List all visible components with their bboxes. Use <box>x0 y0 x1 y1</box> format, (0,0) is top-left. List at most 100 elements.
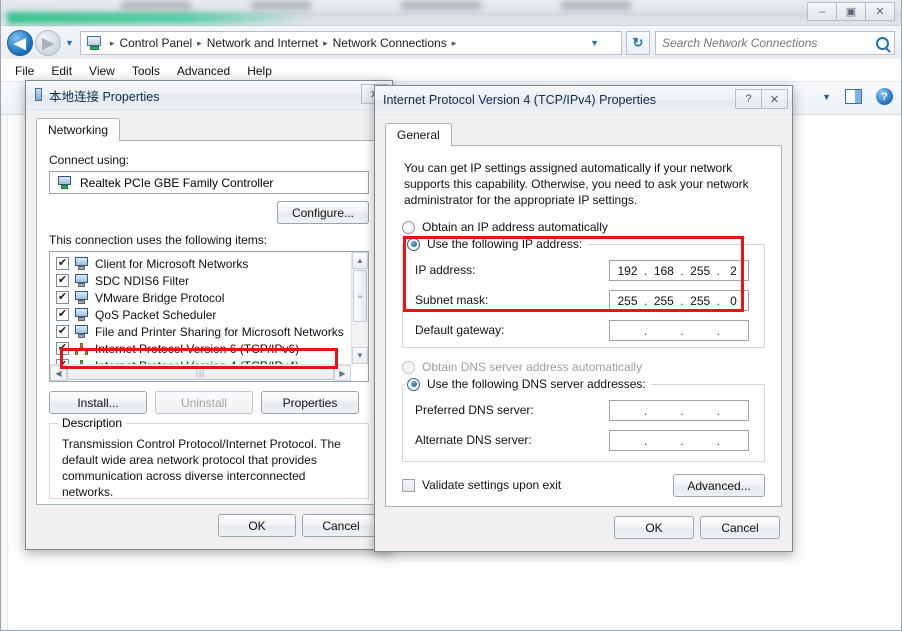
items-label: This connection uses the following items… <box>49 233 268 247</box>
alternate-dns-input[interactable]: . . . <box>609 430 749 451</box>
maximize-button[interactable]: ▣ <box>836 2 866 21</box>
network-items-list[interactable]: Client for Microsoft Networks SDC NDIS6 … <box>49 251 369 382</box>
radio-indicator <box>402 360 415 374</box>
forward-button[interactable]: ▶ <box>35 30 61 56</box>
refresh-button[interactable]: ↻ <box>626 31 650 55</box>
configure-button-label[interactable]: Configure... <box>277 201 369 224</box>
ipv4-dialog-body: General You can get IP settings assigned… <box>375 115 792 551</box>
breadcrumb-separator-2: ▸ <box>323 37 328 48</box>
static-dns-groupbox: Use the following DNS server addresses: … <box>402 377 765 462</box>
preview-pane-icon[interactable] <box>845 89 862 104</box>
item-checkbox[interactable] <box>56 308 69 321</box>
radio-indicator[interactable] <box>402 220 415 234</box>
address-bar: ◀ ▶ ▼ ▸ Control Panel ▸ Network and Inte… <box>1 27 901 59</box>
validate-settings-label: Validate settings upon exit <box>422 478 562 492</box>
list-item[interactable]: SDC NDIS6 Filter <box>50 272 351 289</box>
help-icon[interactable]: ? <box>876 88 893 105</box>
chevron-down-icon[interactable]: ▼ <box>822 92 831 102</box>
list-item[interactable]: File and Printer Sharing for Microsoft N… <box>50 323 351 340</box>
list-item[interactable]: QoS Packet Scheduler <box>50 306 351 323</box>
explorer-title-bar: – ▣ ✕ <box>1 0 901 26</box>
menu-item-tools[interactable]: Tools <box>132 64 160 78</box>
ip-octet-2[interactable]: 168 <box>647 264 680 278</box>
ip-address-input[interactable]: 192 . 168 . 255 . 2 <box>609 260 749 281</box>
breadcrumb-item-control-panel[interactable]: Control Panel <box>117 36 194 50</box>
network-service-icon <box>74 273 90 288</box>
minimize-button[interactable]: – <box>807 2 837 21</box>
hscroll-thumb[interactable]: ||| <box>67 366 334 380</box>
item-checkbox[interactable] <box>56 342 69 355</box>
item-label: File and Printer Sharing for Microsoft N… <box>95 324 344 339</box>
menu-item-view[interactable]: View <box>89 64 115 78</box>
breadcrumb-item-network-connections[interactable]: Network Connections <box>331 36 449 50</box>
mask-octet-2[interactable]: 255 <box>647 294 680 308</box>
redacted-chrome-b <box>251 1 311 10</box>
search-input[interactable] <box>660 35 890 51</box>
close-button[interactable]: ✕ <box>865 2 895 21</box>
radio-indicator[interactable] <box>407 377 420 391</box>
ip-octet-3[interactable]: 255 <box>684 264 717 278</box>
lan-ok-button[interactable]: OK <box>218 514 296 537</box>
mask-octet-1[interactable]: 255 <box>611 294 644 308</box>
adapter-name: Realtek PCIe GBE Family Controller <box>80 175 274 190</box>
item-checkbox[interactable] <box>56 257 69 270</box>
list-vertical-scrollbar[interactable]: ▲ ≡ ▼ <box>351 252 368 364</box>
ipv4-cancel-button[interactable]: Cancel <box>700 516 780 539</box>
scroll-down-button[interactable]: ▼ <box>352 347 368 364</box>
ip-octet-1[interactable]: 192 <box>611 264 644 278</box>
menu-item-help[interactable]: Help <box>247 64 272 78</box>
mask-octet-4[interactable]: 0 <box>720 294 747 308</box>
scroll-up-button[interactable]: ▲ <box>352 252 368 269</box>
menu-item-file[interactable]: File <box>15 64 34 78</box>
subnet-mask-input[interactable]: 255 . 255 . 255 . 0 <box>609 290 749 311</box>
tab-general[interactable]: General <box>385 123 452 146</box>
breadcrumb-item-network-and-internet[interactable]: Network and Internet <box>205 36 320 50</box>
default-gateway-input[interactable]: . . . <box>609 320 749 341</box>
ipv4-close-button[interactable]: ✕ <box>761 89 788 109</box>
item-checkbox[interactable] <box>56 325 69 338</box>
item-label: Client for Microsoft Networks <box>95 256 249 271</box>
breadcrumb-separator-3: ▸ <box>451 37 457 48</box>
preferred-dns-input[interactable]: . . . <box>609 400 749 421</box>
list-item[interactable]: VMware Bridge Protocol <box>50 289 351 306</box>
tab-networking[interactable]: Networking <box>36 118 121 141</box>
validate-settings-checkbox[interactable]: Validate settings upon exit <box>402 478 561 492</box>
advanced-button[interactable]: Advanced... <box>673 474 765 497</box>
ipv4-help-button[interactable]: ? <box>735 89 762 109</box>
search-icon <box>876 36 889 50</box>
obtain-ip-automatically-radio[interactable]: Obtain an IP address automatically <box>402 220 608 234</box>
menu-item-advanced[interactable]: Advanced <box>177 64 230 78</box>
lan-dialog-body: Networking Connect using: Realtek PCIe G… <box>26 110 392 549</box>
list-item[interactable]: Internet Protocol Version 6 (TCP/IPv6) <box>50 340 351 357</box>
breadcrumb-dropdown-icon[interactable]: ▼ <box>590 38 599 48</box>
properties-button[interactable]: Properties <box>261 391 359 414</box>
network-service-icon <box>74 307 90 322</box>
list-horizontal-scrollbar[interactable]: ◀ ||| ▶ <box>50 364 351 381</box>
radio-indicator[interactable] <box>407 237 420 251</box>
ipv4-tab-strip: General <box>385 123 782 146</box>
scroll-right-button[interactable]: ▶ <box>334 365 351 381</box>
back-button[interactable]: ◀ <box>7 30 33 56</box>
menu-item-edit[interactable]: Edit <box>51 64 72 78</box>
lan-cancel-button[interactable]: Cancel <box>302 514 380 537</box>
item-checkbox[interactable] <box>56 274 69 287</box>
ipv4-ok-button[interactable]: OK <box>614 516 694 539</box>
install-button[interactable]: Install... <box>49 391 147 414</box>
lan-dialog-title: 本地连接 Properties <box>49 89 160 104</box>
search-box[interactable] <box>655 31 895 55</box>
adapter-field[interactable]: Realtek PCIe GBE Family Controller <box>49 171 369 194</box>
item-checkbox[interactable] <box>56 291 69 304</box>
window-controls: – ▣ ✕ <box>807 2 895 21</box>
use-following-ip-radio[interactable]: Use the following IP address: <box>405 237 588 251</box>
list-item[interactable]: Client for Microsoft Networks <box>50 255 351 272</box>
description-groupbox: Description Transmission Control Protoco… <box>49 416 369 499</box>
scroll-left-button[interactable]: ◀ <box>50 365 67 381</box>
history-dropdown-icon[interactable]: ▼ <box>65 38 74 48</box>
ip-octet-4[interactable]: 2 <box>720 264 747 278</box>
use-following-dns-radio[interactable]: Use the following DNS server addresses: <box>405 377 651 391</box>
scroll-thumb[interactable]: ≡ <box>353 270 367 322</box>
breadcrumb[interactable]: ▸ Control Panel ▸ Network and Internet ▸… <box>79 31 622 55</box>
checkbox-indicator[interactable] <box>402 478 415 492</box>
mask-octet-3[interactable]: 255 <box>684 294 717 308</box>
network-service-icon <box>74 290 90 305</box>
